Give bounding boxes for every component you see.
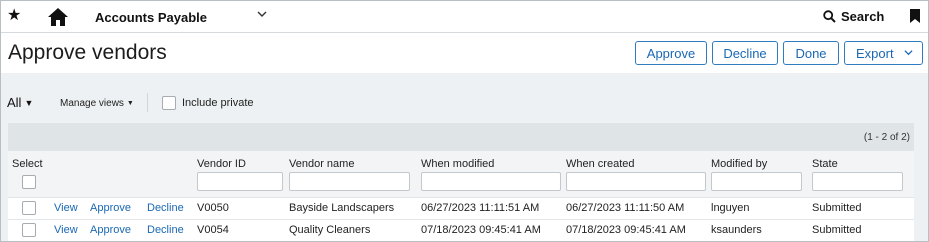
vendor-name-filter[interactable] bbox=[289, 172, 410, 191]
column-header-when-modified[interactable]: When modified bbox=[421, 158, 494, 170]
when-modified-cell: 07/18/2023 09:45:41 AM bbox=[421, 224, 541, 236]
column-header-when-created[interactable]: When created bbox=[566, 158, 634, 170]
when-created-filter[interactable] bbox=[566, 172, 706, 191]
done-button[interactable]: Done bbox=[783, 41, 839, 65]
column-header-vendor-name[interactable]: Vendor name bbox=[289, 158, 354, 170]
caret-down-icon: ▼ bbox=[126, 100, 134, 107]
decline-link[interactable]: Decline bbox=[147, 202, 184, 214]
module-selector[interactable]: Accounts Payable bbox=[95, 10, 207, 25]
vendor-name-cell: Bayside Landscapers bbox=[289, 202, 395, 214]
chevron-down-icon[interactable] bbox=[257, 9, 267, 22]
home-icon[interactable] bbox=[47, 7, 69, 27]
vendor-id-cell: V0050 bbox=[197, 202, 229, 214]
top-bar: ★ Accounts Payable Search bbox=[1, 1, 928, 33]
vendor-id-filter[interactable] bbox=[197, 172, 283, 191]
state-filter[interactable] bbox=[812, 172, 903, 191]
vendor-id-cell: V0054 bbox=[197, 224, 229, 236]
include-private-label: Include private bbox=[182, 97, 254, 109]
export-label: Export bbox=[856, 45, 894, 61]
view-label: All bbox=[7, 95, 22, 110]
grid-toolbar: (1 - 2 of 2) bbox=[8, 123, 914, 151]
modified-by-filter[interactable] bbox=[711, 172, 802, 191]
row-checkbox[interactable] bbox=[22, 201, 36, 215]
table-row: View Approve Decline V0054 Quality Clean… bbox=[8, 219, 914, 241]
when-created-cell: 06/27/2023 11:11:50 AM bbox=[566, 202, 685, 214]
column-header-select: Select bbox=[12, 158, 43, 170]
content-panel: All ▼ Manage views ▼ Include private (1 … bbox=[1, 73, 928, 241]
page-header: Approve vendors Approve Decline Done Exp… bbox=[1, 33, 928, 73]
vendor-table: Select Vendor ID Vendor name When modifi… bbox=[8, 151, 914, 241]
state-cell: Submitted bbox=[812, 224, 862, 236]
caret-down-icon: ▼ bbox=[24, 97, 34, 108]
search-button[interactable]: Search bbox=[823, 9, 884, 24]
view-selector[interactable]: All ▼ bbox=[7, 95, 33, 110]
approve-link[interactable]: Approve bbox=[90, 224, 131, 236]
star-icon[interactable]: ★ bbox=[7, 7, 23, 25]
bookmark-icon[interactable] bbox=[910, 9, 920, 23]
search-icon bbox=[823, 10, 836, 23]
vendor-name-cell: Quality Cleaners bbox=[289, 224, 371, 236]
manage-views-menu[interactable]: Manage views ▼ bbox=[60, 98, 134, 109]
table-row: View Approve Decline V0050 Bayside Lands… bbox=[8, 197, 914, 219]
app-window: ★ Accounts Payable Search Approve vendor… bbox=[0, 0, 929, 242]
modified-by-cell: ksaunders bbox=[711, 224, 762, 236]
state-cell: Submitted bbox=[812, 202, 862, 214]
divider bbox=[147, 93, 148, 112]
decline-button[interactable]: Decline bbox=[712, 41, 778, 65]
column-header-vendor-id[interactable]: Vendor ID bbox=[197, 158, 246, 170]
chevron-down-icon bbox=[904, 48, 913, 59]
search-label: Search bbox=[841, 9, 885, 24]
when-created-cell: 07/18/2023 09:45:41 AM bbox=[566, 224, 686, 236]
pagination-info: (1 - 2 of 2) bbox=[863, 132, 910, 143]
page-title: Approve vendors bbox=[8, 41, 167, 64]
row-checkbox[interactable] bbox=[22, 223, 36, 237]
manage-views-label: Manage views bbox=[60, 98, 124, 109]
column-header-state[interactable]: State bbox=[812, 158, 838, 170]
view-link[interactable]: View bbox=[54, 202, 78, 214]
when-modified-cell: 06/27/2023 11:11:51 AM bbox=[421, 202, 540, 214]
when-modified-filter[interactable] bbox=[421, 172, 561, 191]
column-header-modified-by[interactable]: Modified by bbox=[711, 158, 767, 170]
approve-button[interactable]: Approve bbox=[635, 41, 707, 65]
view-link[interactable]: View bbox=[54, 224, 78, 236]
select-all-checkbox[interactable] bbox=[22, 175, 36, 189]
export-button[interactable]: Export bbox=[844, 41, 923, 65]
include-private-checkbox[interactable] bbox=[162, 96, 176, 110]
modified-by-cell: lnguyen bbox=[711, 202, 750, 214]
decline-link[interactable]: Decline bbox=[147, 224, 184, 236]
approve-link[interactable]: Approve bbox=[90, 202, 131, 214]
